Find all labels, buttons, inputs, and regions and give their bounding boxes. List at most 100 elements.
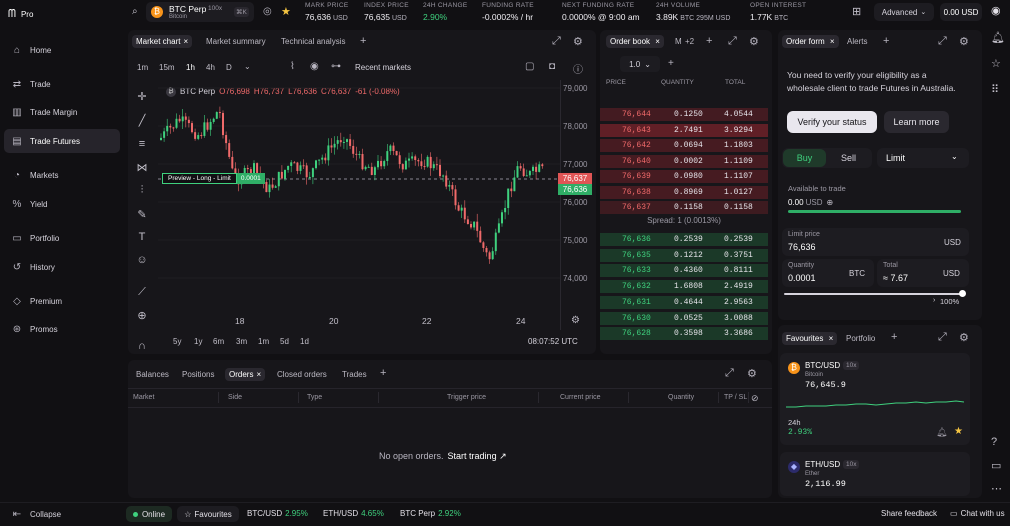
ruler-icon[interactable]: ⟋ (134, 286, 150, 299)
interval-dropdown-icon[interactable]: ⌄ (244, 62, 251, 71)
range-1y[interactable]: 1y (194, 337, 202, 346)
help-icon[interactable]: ? (991, 436, 997, 448)
chart-settings-icon[interactable]: ⚙ (573, 35, 583, 48)
brush-icon[interactable]: ✎ (134, 208, 150, 221)
interval-1m[interactable]: 1m (137, 63, 148, 72)
footer-favourites[interactable]: ☆ Favourites (177, 506, 239, 522)
learn-more-button[interactable]: Learn more (884, 111, 949, 133)
tab-market-summary[interactable]: Market summary (202, 35, 270, 48)
header-search-icon[interactable]: ⌕ (132, 6, 138, 17)
tab-orders[interactable]: Orders × (225, 368, 266, 381)
price-chart[interactable] (158, 80, 560, 310)
tab-market-chart[interactable]: Market chart × (132, 35, 193, 48)
crosshair-icon[interactable]: ✛ (134, 90, 150, 103)
bid-row[interactable]: 76,632 1.6808 2.4919 (600, 279, 768, 294)
sidebar-item-yield[interactable]: % Yield (4, 192, 120, 216)
range-5y[interactable]: 5y (173, 337, 181, 346)
magnet-icon[interactable]: ∩ (134, 340, 150, 352)
text-tool-icon[interactable]: T (134, 231, 150, 243)
tab-positions[interactable]: Positions (178, 368, 218, 381)
favourite-star-icon[interactable]: ★ (281, 5, 291, 18)
range-3m[interactable]: 3m (236, 337, 247, 346)
tab-closed-orders[interactable]: Closed orders (273, 368, 331, 381)
ask-row[interactable]: 76,640 0.0002 1.1109 (600, 154, 768, 169)
account-icon[interactable]: ◉ (991, 4, 1001, 17)
orderform-add-tab-icon[interactable]: + (883, 35, 889, 47)
horizontal-lines-icon[interactable]: ≡ (134, 138, 150, 150)
ask-row[interactable]: 76,637 0.1158 0.1158 (600, 200, 768, 215)
tpsl-filter-icon[interactable]: ⊘ (751, 393, 759, 404)
buy-button[interactable]: Buy (783, 149, 826, 167)
sidebar-item-portfolio[interactable]: ▭ Portfolio (4, 226, 120, 250)
watch-card-btc[interactable]: ₿ BTC/USD 10x Bitcoin 76,645.9 24h 2.93%… (780, 353, 970, 445)
tab-order-form[interactable]: Order form × (782, 35, 839, 48)
layout-grid-icon[interactable]: ⊞ (852, 5, 861, 18)
ask-row[interactable]: 76,639 0.0980 1.1107 (600, 169, 768, 184)
notifications-icon[interactable]: 🔔︎ (991, 31, 1005, 44)
watchlist-settings-icon[interactable]: ⚙ (959, 331, 969, 344)
chart-type-icon[interactable]: ⊶ (331, 61, 341, 72)
watchlist-expand-icon[interactable]: ⤢ (938, 331, 947, 344)
bid-row[interactable]: 76,635 0.1212 0.3751 (600, 248, 768, 263)
indicators-icon[interactable]: ⌇ (290, 61, 295, 72)
footer-ticker[interactable]: BTC/USD 2.95% (247, 509, 308, 518)
chart-add-tab-icon[interactable]: + (360, 35, 366, 47)
chart-expand-icon[interactable]: ⤢ (552, 35, 561, 48)
bid-row[interactable]: 76,636 0.2539 0.2539 (600, 232, 768, 247)
range-5d[interactable]: 5d (280, 337, 289, 346)
orderform-expand-icon[interactable]: ⤢ (938, 35, 947, 48)
ask-row[interactable]: 76,638 0.8969 1.0127 (600, 185, 768, 200)
trendline-icon[interactable]: ╱ (134, 114, 150, 127)
sidebar-item-history[interactable]: ↺ History (4, 255, 120, 279)
logo[interactable]: ᗰ Pro (8, 8, 33, 21)
range-1d[interactable]: 1d (300, 337, 309, 346)
quantity-field[interactable]: Quantity 0.0001 BTC (782, 259, 874, 287)
fib-icon[interactable]: ⫶ (134, 184, 150, 197)
size-slider-track[interactable] (784, 293, 962, 295)
tab-favourites[interactable]: Favourites × (782, 332, 838, 345)
recent-markets-link[interactable]: Recent markets (355, 63, 411, 72)
balance-display[interactable]: 0.00 USD (940, 3, 982, 21)
chart-help-icon[interactable]: ⓘ (573, 61, 583, 76)
close-icon[interactable]: × (830, 37, 835, 46)
bell-icon[interactable]: ◎ (263, 6, 272, 17)
range-6m[interactable]: 6m (213, 337, 224, 346)
preview-order-tag[interactable]: Preview - Long - Limit 0.0001 (162, 173, 265, 184)
mode-select[interactable]: Advanced ⌄ (874, 3, 934, 21)
watch-alert-icon[interactable]: 🔔︎ (936, 427, 947, 438)
ask-row[interactable]: 76,643 2.7491 3.9294 (600, 123, 768, 138)
pattern-icon[interactable]: ⋈ (134, 161, 150, 174)
interval-15m[interactable]: 15m (159, 63, 175, 72)
interval-4h[interactable]: 4h (206, 63, 215, 72)
more-icon[interactable]: ⋯ (991, 482, 1002, 495)
watchlist-add-tab-icon[interactable]: + (891, 331, 897, 343)
limit-price-field[interactable]: Limit price 76,636 USD (782, 228, 969, 256)
close-icon[interactable]: × (655, 37, 660, 46)
orders-add-tab-icon[interactable]: + (380, 367, 386, 379)
ask-row[interactable]: 76,642 0.0694 1.1803 (600, 138, 768, 153)
footer-ticker[interactable]: ETH/USD 4.65% (323, 509, 384, 518)
interval-1h[interactable]: 1h (186, 63, 195, 72)
watch-star-icon[interactable]: ★ (954, 426, 963, 437)
bid-row[interactable]: 76,631 0.4644 2.9563 (600, 295, 768, 310)
chat-link[interactable]: ▭ Chat with us (950, 509, 1005, 518)
tab-trades[interactable]: Trades (338, 368, 371, 381)
orderbook-settings-icon[interactable]: ⚙ (749, 35, 759, 48)
share-feedback-link[interactable]: Share feedback (881, 509, 937, 518)
sell-button[interactable]: Sell (827, 149, 870, 167)
ask-row[interactable]: 76,644 0.1250 4.0544 (600, 107, 768, 122)
watch-card-eth[interactable]: ◆ ETH/USD 10x Ether 2,116.99 (780, 452, 970, 496)
zoom-icon[interactable]: ⊕ (134, 309, 150, 322)
fullscreen-icon[interactable]: ▢ (525, 61, 534, 72)
screenshot-icon[interactable]: ◘ (549, 61, 555, 72)
total-field[interactable]: Total ≈ 7.67 USD (877, 259, 969, 287)
start-trading-link[interactable]: Start trading ↗ (448, 451, 507, 462)
bid-row[interactable]: 76,628 0.3598 3.3686 (600, 326, 768, 341)
emoji-icon[interactable]: ☺ (134, 254, 150, 266)
tick-plus-icon[interactable]: + (668, 58, 674, 69)
close-icon[interactable]: × (256, 370, 261, 379)
visibility-icon[interactable]: ◉ (310, 61, 319, 72)
tab-technical-analysis[interactable]: Technical analysis (277, 35, 349, 48)
sidebar-item-premium[interactable]: ◇ Premium (4, 289, 120, 313)
range-1m[interactable]: 1m (258, 337, 269, 346)
